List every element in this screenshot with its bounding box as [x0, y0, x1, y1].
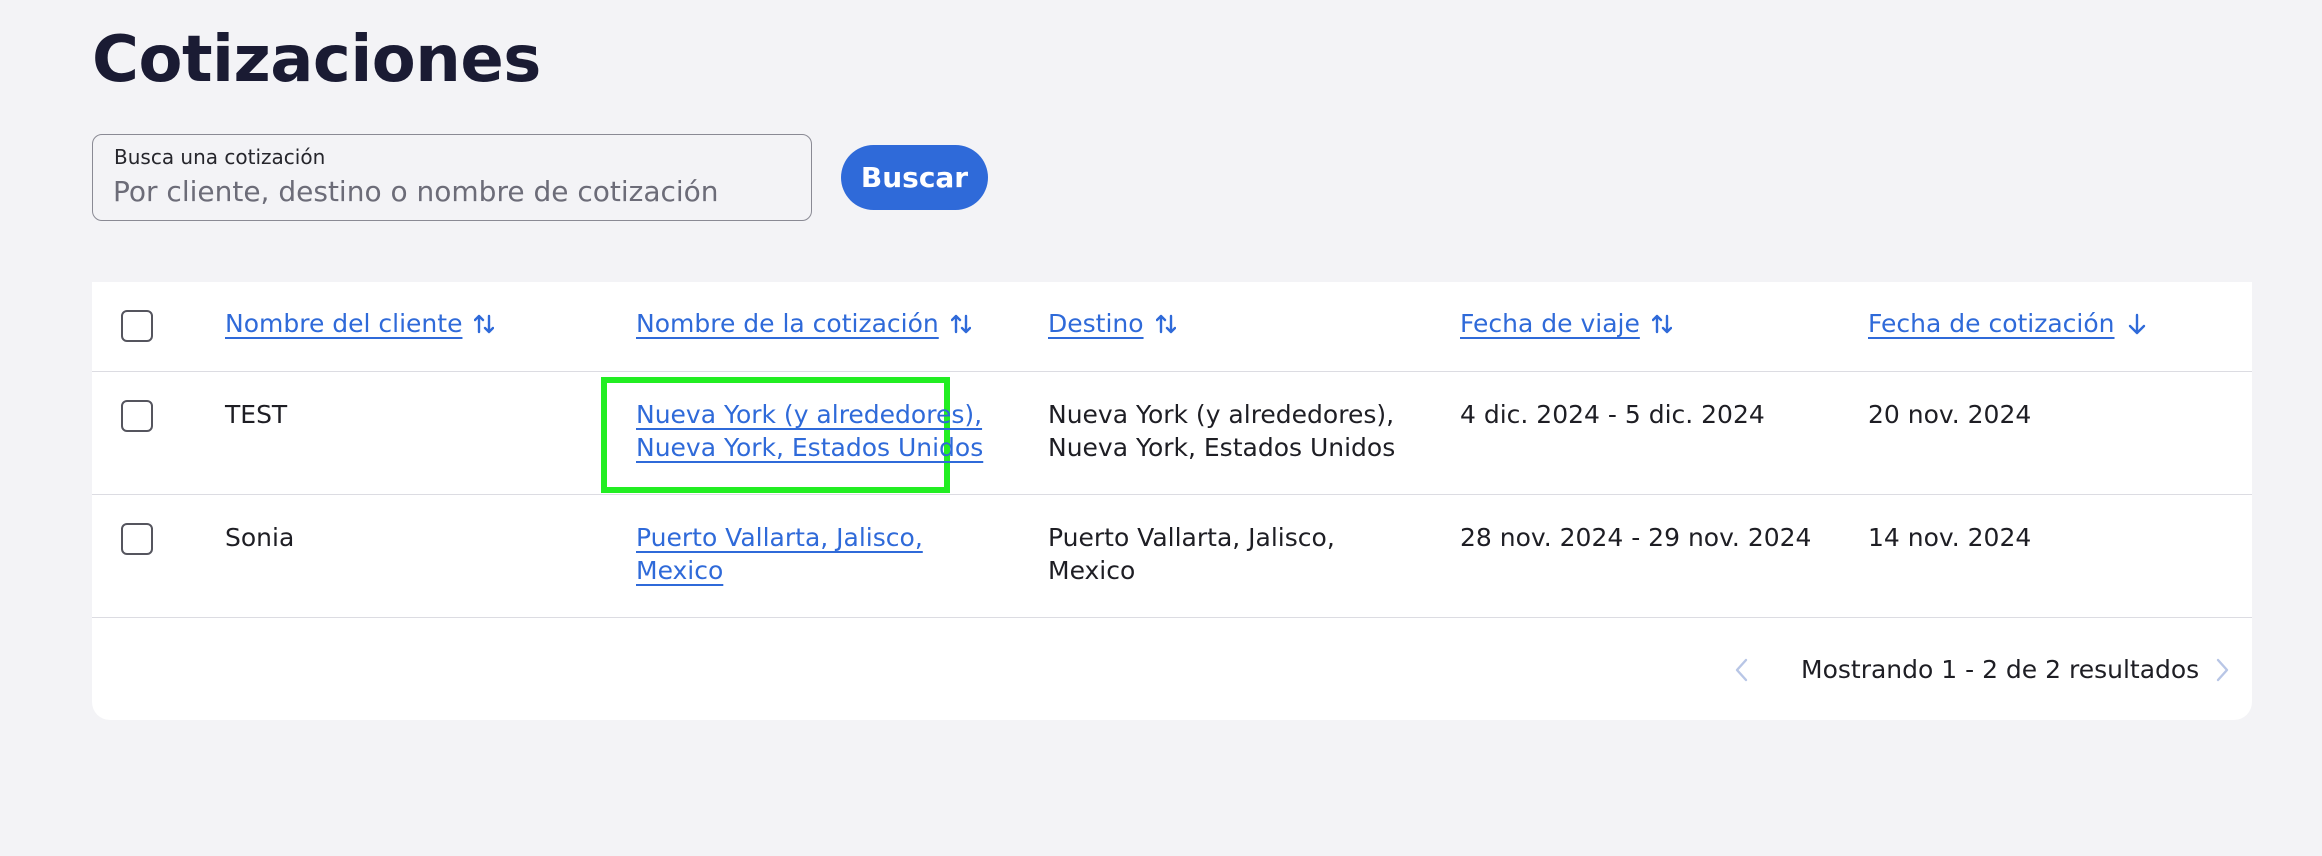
table-header: Nombre del cliente Nombre de la cotizaci…	[92, 282, 2252, 372]
destination-line: Puerto Vallarta, Jalisco,	[1048, 523, 1335, 552]
search-input[interactable]	[113, 175, 793, 208]
sort-desc-icon[interactable]	[2127, 312, 2147, 336]
quote-name-line[interactable]: Nueva York, Estados Unidos	[636, 431, 983, 464]
table-row: Sonia Puerto Vallarta, Jalisco, Mexico P…	[92, 495, 2252, 618]
destination-line: Nueva York, Estados Unidos	[1048, 433, 1396, 462]
row-checkbox[interactable]	[121, 400, 153, 432]
quote-name-link[interactable]: Puerto Vallarta, Jalisco, Mexico	[636, 521, 923, 587]
pagination-summary: Mostrando 1 - 2 de 2 resultados	[1801, 655, 2200, 684]
column-header-quote-name[interactable]: Nombre de la cotización	[636, 309, 971, 338]
search-label: Busca una cotización	[114, 145, 326, 169]
column-header-travel-date[interactable]: Fecha de viaje	[1460, 309, 1672, 338]
sort-both-icon[interactable]	[1651, 312, 1672, 336]
client-name: Sonia	[225, 523, 295, 552]
quote-name-link[interactable]: Nueva York (y alrededores), Nueva York, …	[636, 398, 983, 464]
quote-name-line[interactable]: Puerto Vallarta, Jalisco,	[636, 521, 923, 554]
sort-both-icon[interactable]	[1155, 312, 1176, 336]
column-header-label[interactable]: Nombre de la cotización	[636, 309, 939, 338]
destination: Puerto Vallarta, Jalisco, Mexico	[1048, 521, 1335, 587]
column-header-label[interactable]: Destino	[1048, 309, 1144, 338]
column-header-label[interactable]: Nombre del cliente	[225, 309, 462, 338]
quote-date: 20 nov. 2024	[1868, 400, 2032, 429]
search-button[interactable]: Buscar	[841, 145, 988, 210]
travel-dates: 28 nov. 2024 - 29 nov. 2024	[1460, 523, 1812, 552]
pagination: Mostrando 1 - 2 de 2 resultados	[92, 620, 2252, 720]
quote-name-line[interactable]: Nueva York (y alrededores),	[636, 398, 983, 431]
column-header-label[interactable]: Fecha de cotización	[1868, 309, 2115, 338]
client-name: TEST	[225, 400, 288, 429]
column-header-quote-date[interactable]: Fecha de cotización	[1868, 309, 2147, 338]
quotes-table: Nombre del cliente Nombre de la cotizaci…	[92, 282, 2252, 620]
page-title: Cotizaciones	[92, 23, 541, 97]
search-field[interactable]: Busca una cotización	[92, 134, 812, 221]
sort-both-icon[interactable]	[474, 312, 495, 336]
column-header-label[interactable]: Fecha de viaje	[1460, 309, 1640, 338]
table-row: TEST Nueva York (y alrededores), Nueva Y…	[92, 372, 2252, 495]
destination-line: Nueva York (y alrededores),	[1048, 400, 1395, 429]
select-all-checkbox[interactable]	[121, 310, 153, 342]
row-checkbox[interactable]	[121, 523, 153, 555]
chevron-left-icon[interactable]	[1722, 650, 1762, 690]
quote-name-line[interactable]: Mexico	[636, 554, 923, 587]
chevron-right-icon[interactable]	[2202, 650, 2242, 690]
sort-both-icon[interactable]	[950, 312, 971, 336]
destination: Nueva York (y alrededores), Nueva York, …	[1048, 398, 1395, 464]
destination-line: Mexico	[1048, 556, 1136, 585]
quote-date: 14 nov. 2024	[1868, 523, 2032, 552]
travel-dates: 4 dic. 2024 - 5 dic. 2024	[1460, 400, 1765, 429]
quotes-page: Cotizaciones Busca una cotización Buscar…	[0, 0, 2322, 856]
column-header-destination[interactable]: Destino	[1048, 309, 1176, 338]
column-header-client[interactable]: Nombre del cliente	[225, 309, 495, 338]
